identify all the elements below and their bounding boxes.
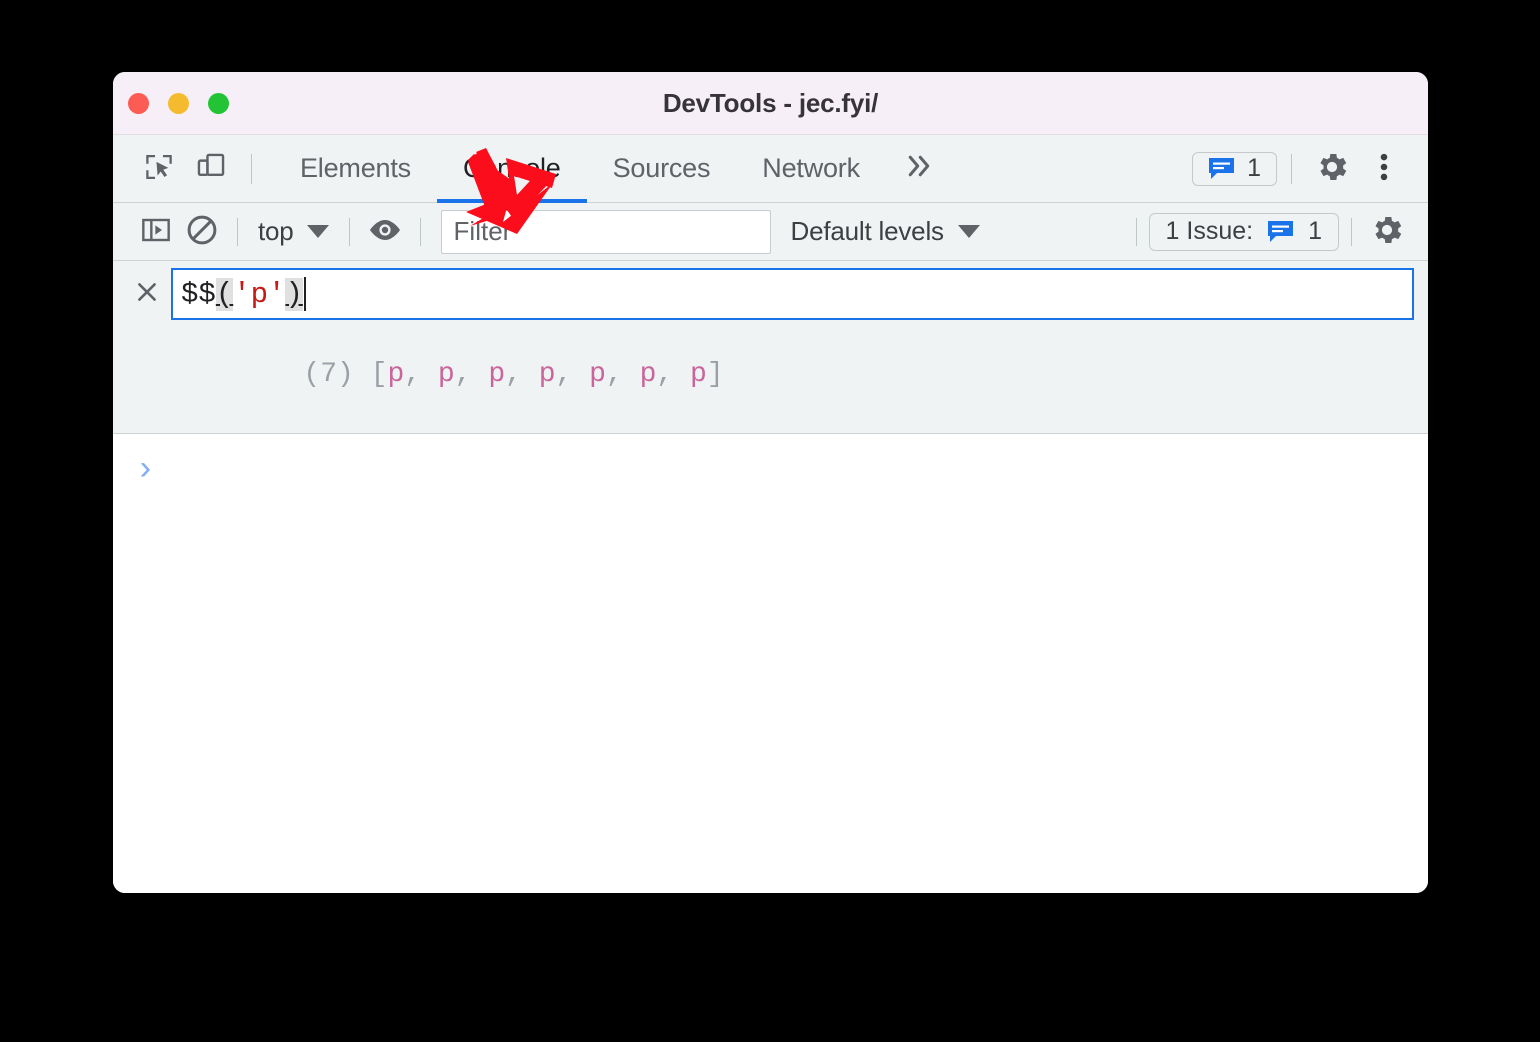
clear-console-icon — [185, 213, 219, 250]
log-levels-selector[interactable]: Default levels — [791, 216, 980, 247]
console-filter-input[interactable] — [440, 209, 771, 254]
live-expression-eye-icon — [367, 217, 403, 246]
issues-counter-count: 1 — [1308, 217, 1322, 245]
tab-bar-left-tools — [113, 135, 266, 203]
console-sidebar-icon — [140, 214, 172, 249]
console-settings-button[interactable] — [1364, 209, 1410, 255]
execution-context-label: top — [258, 216, 294, 246]
more-tabs-button[interactable] — [886, 135, 952, 203]
console-expression-input[interactable]: $$('p') — [171, 268, 1414, 320]
console-evaluation-group: $$('p') (7) [p, p, p, p, p, p, p] — [113, 261, 1428, 434]
message-bubble-icon — [1208, 157, 1235, 180]
inspect-element-button[interactable] — [133, 135, 185, 203]
console-input-row: $$('p') — [113, 261, 1428, 320]
token-string: 'p' — [233, 277, 286, 311]
result-separator: , — [555, 359, 590, 390]
result-separator: , — [605, 359, 640, 390]
execution-context-selector[interactable]: top — [250, 216, 337, 247]
device-toolbar-icon — [194, 150, 228, 187]
tab-console[interactable]: Console — [436, 135, 587, 203]
log-levels-label: Default levels — [790, 216, 944, 246]
create-live-expression-button[interactable] — [362, 209, 408, 255]
console-body: $$('p') (7) [p, p, p, p, p, p, p] › — [113, 261, 1428, 893]
result-node[interactable]: p — [589, 359, 606, 390]
console-prompt-row[interactable]: › — [113, 434, 1428, 494]
devtools-window: DevTools - jec.fyi/ Elements Console Sou… — [113, 72, 1428, 893]
gear-icon — [1369, 212, 1405, 251]
clear-console-button[interactable] — [179, 209, 225, 255]
issues-chip-count: 1 — [1247, 154, 1261, 182]
issues-counter[interactable]: 1 Issue: 1 — [1148, 212, 1339, 251]
text-cursor — [303, 277, 306, 311]
window-close-button[interactable] — [128, 92, 149, 114]
console-toolbar: top Default levels 1 Issue: — [113, 203, 1428, 261]
result-node[interactable]: p — [488, 359, 505, 390]
traffic-light-buttons — [128, 72, 229, 134]
console-sidebar-toggle-button[interactable] — [133, 209, 179, 255]
console-toolbar-divider-5 — [1351, 217, 1352, 246]
window-maximize-button[interactable] — [208, 92, 229, 114]
result-items: p, p, p, p, p, p, p — [387, 359, 706, 390]
token-function: $$ — [181, 277, 216, 311]
window-title: DevTools - jec.fyi/ — [662, 87, 879, 118]
result-close-bracket: ] — [706, 359, 724, 390]
result-separator: , — [404, 359, 438, 390]
result-length: (7) — [303, 359, 354, 390]
devtools-tabs: Elements Console Sources Network — [274, 135, 886, 203]
prompt-chevron-icon: › — [135, 452, 156, 490]
tab-sources[interactable]: Sources — [587, 135, 737, 203]
result-node[interactable]: p — [640, 359, 657, 390]
close-x-icon — [134, 279, 160, 310]
result-separator: , — [656, 359, 690, 390]
result-space — [354, 359, 371, 390]
chevron-down-icon — [957, 225, 980, 238]
settings-button[interactable] — [1306, 135, 1358, 203]
result-separator: , — [505, 359, 539, 390]
result-open-bracket: [ — [370, 359, 388, 390]
more-options-button[interactable] — [1358, 135, 1410, 203]
chevron-down-icon — [306, 225, 329, 238]
toggle-device-toolbar-button[interactable] — [185, 135, 237, 203]
kebab-menu-icon — [1367, 150, 1401, 187]
window-minimize-button[interactable] — [168, 92, 189, 114]
result-node[interactable]: p — [438, 359, 455, 390]
console-toolbar-divider-3 — [419, 217, 421, 246]
result-node[interactable]: p — [690, 359, 707, 390]
result-separator: , — [454, 359, 489, 390]
result-node[interactable]: p — [387, 359, 404, 390]
chevron-double-right-icon — [901, 151, 937, 186]
console-evaluation-result: (7) [p, p, p, p, p, p, p] — [113, 320, 1428, 433]
issues-counter-label: 1 Issue: — [1165, 217, 1254, 245]
inspect-element-icon — [142, 150, 176, 187]
console-toolbar-divider-1 — [237, 217, 238, 246]
tab-bar-right-tools: 1 — [1192, 135, 1428, 203]
clear-expression-button[interactable] — [129, 268, 165, 320]
gear-icon — [1314, 149, 1350, 188]
result-node[interactable]: p — [539, 359, 556, 390]
devtools-tab-bar: Elements Console Sources Network 1 — [113, 135, 1428, 203]
window-title-bar: DevTools - jec.fyi/ — [113, 72, 1428, 135]
issues-chip[interactable]: 1 — [1192, 151, 1277, 186]
tab-network[interactable]: Network — [736, 135, 886, 203]
tab-elements[interactable]: Elements — [274, 135, 437, 203]
console-toolbar-divider-2 — [348, 217, 350, 246]
message-bubble-icon — [1267, 220, 1294, 243]
console-toolbar-divider-4 — [1135, 217, 1137, 246]
tab-bar-right-divider — [1291, 153, 1292, 184]
token-close-paren: ) — [285, 277, 303, 311]
tab-bar-divider — [251, 153, 252, 184]
token-open-paren: ( — [215, 277, 234, 311]
